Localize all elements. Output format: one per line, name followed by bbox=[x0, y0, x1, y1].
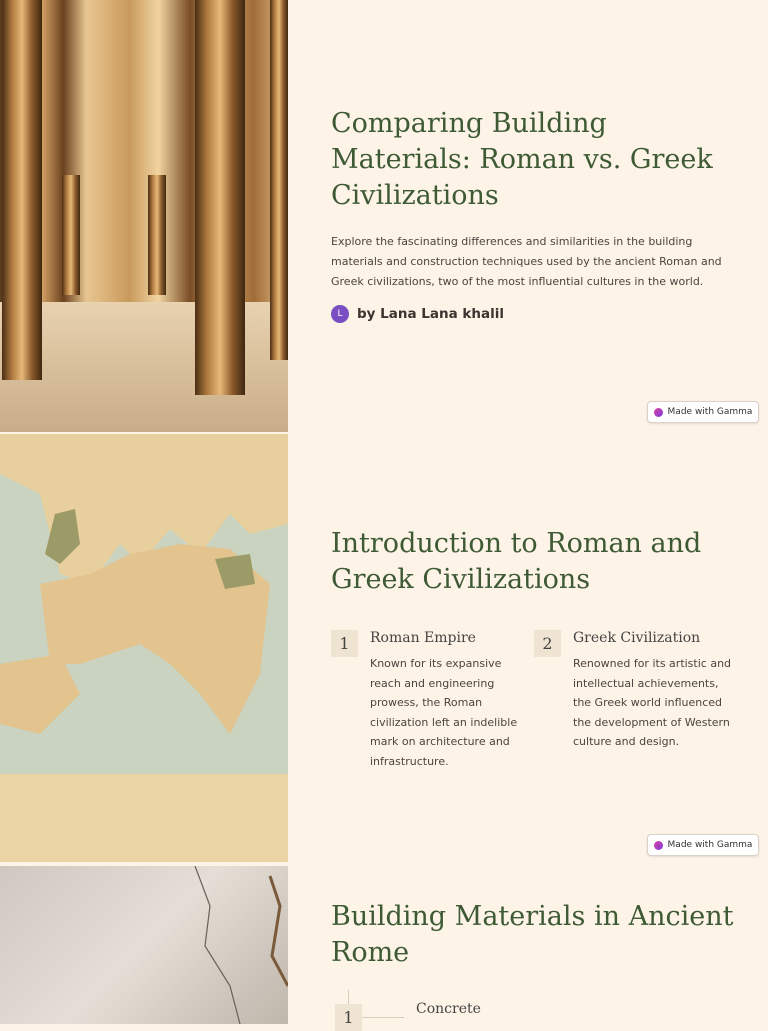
badge-label: Made with Gamma bbox=[667, 407, 753, 417]
item-heading: Greek Civilization bbox=[573, 630, 701, 646]
item-heading: Roman Empire bbox=[370, 630, 476, 646]
intro-description: Explore the fascinating differences and … bbox=[331, 235, 722, 288]
page-title: Comparing Building Materials: Roman vs. … bbox=[331, 108, 713, 211]
item-number: 2 bbox=[534, 630, 561, 657]
gamma-logo-icon bbox=[653, 840, 663, 850]
section-title-intro: Introduction to Roman and Greek Civiliza… bbox=[331, 528, 702, 595]
badge-label: Made with Gamma bbox=[667, 840, 753, 850]
author-byline: L by Lana Lana khalil bbox=[331, 305, 504, 323]
made-with-gamma-button[interactable]: Made with Gamma bbox=[647, 401, 759, 423]
timeline-line bbox=[348, 990, 349, 1004]
item-body: Renowned for its artistic and intellectu… bbox=[573, 657, 732, 748]
europe-map-image bbox=[0, 434, 288, 862]
author-name: by Lana Lana khalil bbox=[357, 306, 505, 322]
gamma-logo-icon bbox=[653, 407, 663, 417]
avatar: L bbox=[331, 305, 349, 323]
cracked-concrete-image bbox=[0, 865, 290, 1025]
item-number: 1 bbox=[331, 630, 358, 657]
section-title-rome: Building Materials in Ancient Rome bbox=[331, 901, 734, 968]
item-number: 1 bbox=[335, 1004, 362, 1031]
timeline-connector bbox=[362, 1017, 404, 1018]
item-heading: Concrete bbox=[416, 1001, 481, 1017]
made-with-gamma-button[interactable]: Made with Gamma bbox=[647, 834, 759, 856]
item-body: Known for its expansive reach and engine… bbox=[370, 657, 518, 768]
roman-colonnade-image bbox=[0, 0, 288, 432]
